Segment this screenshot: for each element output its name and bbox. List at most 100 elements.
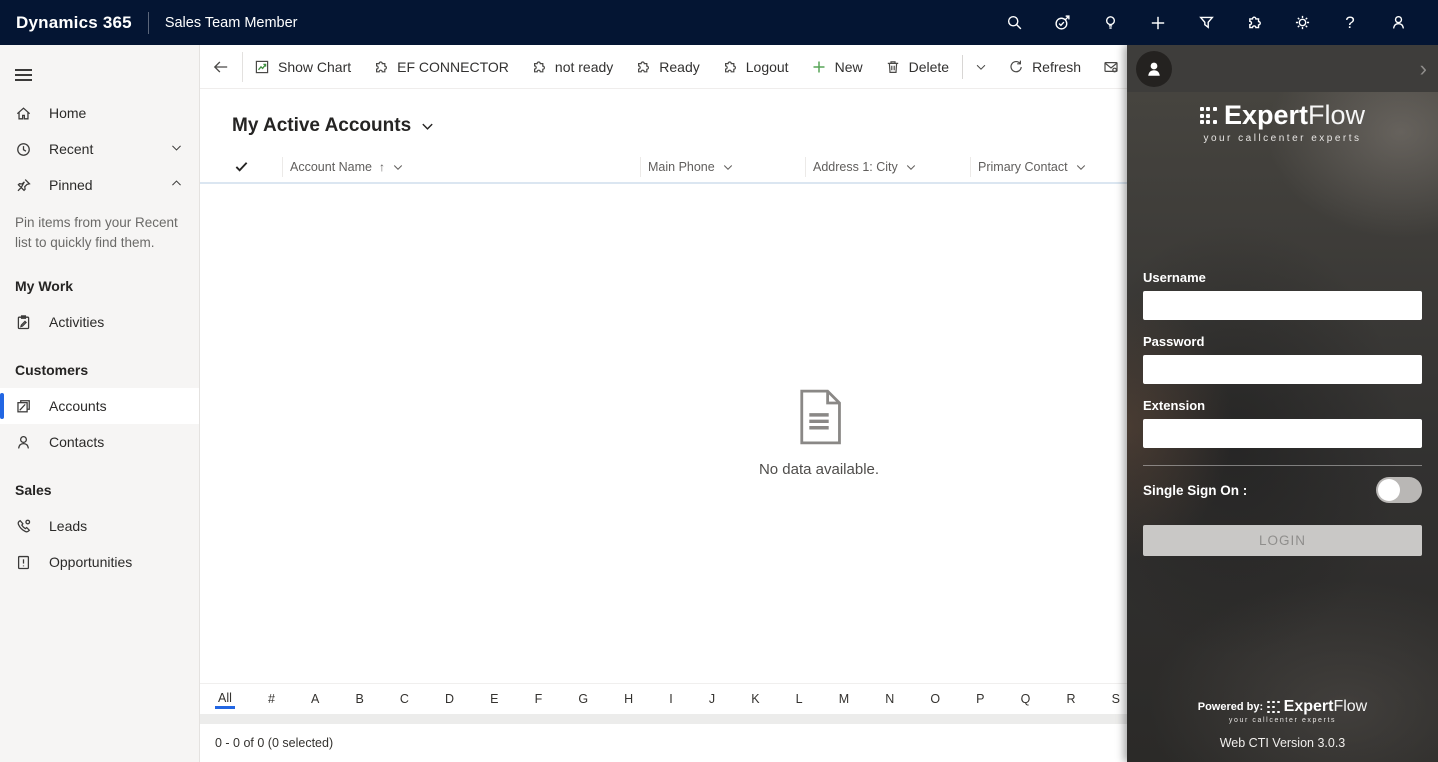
- logo-bold-text: Expert: [1224, 100, 1308, 130]
- column-header-main-phone[interactable]: Main Phone: [640, 157, 805, 177]
- column-header-address-city[interactable]: Address 1: City: [805, 157, 970, 177]
- sort-ascending-icon: ↑: [379, 160, 385, 174]
- column-header-primary-contact[interactable]: Primary Contact: [970, 157, 1135, 177]
- jump-letter[interactable]: #: [265, 690, 278, 708]
- sidebar-item-leads[interactable]: Leads: [0, 508, 199, 544]
- sidebar-item-pinned[interactable]: Pinned: [0, 167, 199, 203]
- jump-letter[interactable]: A: [308, 690, 322, 708]
- jump-letter[interactable]: L: [793, 690, 806, 708]
- logo-tagline-small: your callcenter experts: [1143, 717, 1422, 724]
- new-button[interactable]: New: [800, 45, 874, 89]
- expertflow-dots-icon: [1200, 107, 1217, 124]
- not-ready-button[interactable]: not ready: [520, 45, 624, 89]
- sso-toggle-off[interactable]: [1376, 477, 1422, 503]
- sidebar-item-label: Accounts: [49, 398, 107, 414]
- login-button[interactable]: LOGIN: [1143, 525, 1422, 556]
- jump-letter[interactable]: E: [487, 690, 501, 708]
- jump-letter[interactable]: F: [532, 690, 546, 708]
- dynamics-brand[interactable]: Dynamics 365: [16, 13, 132, 33]
- password-input[interactable]: [1143, 355, 1422, 384]
- powered-by-label: Powered by:: [1198, 701, 1263, 713]
- back-button[interactable]: [200, 58, 242, 76]
- jump-letter[interactable]: B: [352, 690, 366, 708]
- hamburger-menu-icon[interactable]: [0, 55, 44, 95]
- jump-letter[interactable]: O: [927, 690, 943, 708]
- sidebar-item-opportunities[interactable]: Opportunities: [0, 544, 199, 580]
- jump-letter[interactable]: R: [1063, 690, 1078, 708]
- jump-letter[interactable]: J: [706, 690, 718, 708]
- jump-letter-all[interactable]: All: [215, 689, 235, 709]
- sidebar-item-accounts[interactable]: Accounts: [0, 388, 199, 424]
- jump-letter[interactable]: H: [621, 690, 636, 708]
- column-chevron-icon: [905, 161, 917, 173]
- logo-light-text: Flow: [1308, 100, 1365, 130]
- column-chevron-icon: [1075, 161, 1087, 173]
- column-label: Main Phone: [648, 160, 715, 174]
- app-name[interactable]: Sales Team Member: [165, 15, 298, 31]
- expertflow-logo: ExpertFlow: [1143, 100, 1422, 131]
- ef-connector-button[interactable]: EF CONNECTOR: [362, 45, 520, 89]
- lightbulb-icon[interactable]: [1086, 0, 1134, 45]
- accounts-icon: [15, 398, 32, 415]
- more-commands-chevron-icon[interactable]: [965, 45, 997, 89]
- sidebar-item-contacts[interactable]: Contacts: [0, 424, 199, 460]
- select-all-checkmark[interactable]: [200, 159, 282, 174]
- panel-collapse-chevron-icon[interactable]: ›: [1420, 58, 1429, 80]
- logout-button[interactable]: Logout: [711, 45, 800, 89]
- puzzle-icon[interactable]: [1230, 0, 1278, 45]
- doc-exclaim-icon: [15, 554, 32, 571]
- cmdbar-separator: [962, 55, 963, 79]
- show-chart-button[interactable]: Show Chart: [243, 45, 362, 89]
- view-selector[interactable]: My Active Accounts: [232, 115, 435, 137]
- form-divider: [1143, 465, 1422, 466]
- jump-letter[interactable]: C: [397, 690, 412, 708]
- jump-letter[interactable]: P: [973, 690, 987, 708]
- sidebar-item-label: Leads: [49, 518, 87, 534]
- expertflow-dots-icon: [1267, 701, 1280, 714]
- sitemap-sidebar: Home Recent Pinned Pin items from your R…: [0, 45, 200, 762]
- column-chevron-icon: [392, 161, 404, 173]
- logo-bold-text: Expert: [1284, 698, 1334, 715]
- sidebar-item-home[interactable]: Home: [0, 95, 199, 131]
- new-label: New: [835, 59, 863, 75]
- column-chevron-icon: [722, 161, 734, 173]
- jump-letter[interactable]: S: [1109, 690, 1123, 708]
- plus-icon[interactable]: [1134, 0, 1182, 45]
- password-label: Password: [1143, 334, 1422, 349]
- sidebar-item-activities[interactable]: Activities: [0, 304, 199, 340]
- jump-letter[interactable]: G: [575, 690, 591, 708]
- jump-letter[interactable]: N: [882, 690, 897, 708]
- username-input[interactable]: [1143, 291, 1422, 320]
- settings-gear-icon[interactable]: [1278, 0, 1326, 45]
- search-icon[interactable]: [990, 0, 1038, 45]
- account-icon[interactable]: [1374, 0, 1422, 45]
- topnav-icon-group: ?: [990, 0, 1422, 45]
- refresh-button[interactable]: Refresh: [997, 45, 1092, 89]
- jump-letter[interactable]: K: [748, 690, 762, 708]
- sidebar-section-my-work: My Work: [0, 256, 199, 304]
- cti-login-panel: › ExpertFlow your callcenter experts Use…: [1127, 45, 1438, 762]
- sidebar-item-recent[interactable]: Recent: [0, 131, 199, 167]
- ready-button[interactable]: Ready: [624, 45, 710, 89]
- not-ready-label: not ready: [555, 59, 613, 75]
- sso-label: Single Sign On :: [1143, 483, 1247, 498]
- jump-letter[interactable]: M: [836, 690, 852, 708]
- jump-letter[interactable]: D: [442, 690, 457, 708]
- check-circle-arrow-icon[interactable]: [1038, 0, 1086, 45]
- view-title: My Active Accounts: [232, 115, 411, 137]
- agent-avatar-icon[interactable]: [1136, 51, 1172, 87]
- jump-letter[interactable]: Q: [1018, 690, 1034, 708]
- clock-icon: [15, 141, 32, 158]
- extension-input[interactable]: [1143, 419, 1422, 448]
- delete-button[interactable]: Delete: [874, 45, 960, 89]
- help-icon[interactable]: ?: [1326, 0, 1374, 45]
- refresh-label: Refresh: [1032, 59, 1081, 75]
- contact-person-icon: [15, 434, 32, 451]
- jump-letter[interactable]: I: [666, 690, 675, 708]
- empty-document-icon: [794, 389, 844, 445]
- column-header-account-name[interactable]: Account Name ↑: [282, 157, 640, 177]
- sidebar-item-label: Opportunities: [49, 554, 132, 570]
- chevron-down-icon: [170, 141, 183, 157]
- sidebar-item-label: Pinned: [49, 177, 93, 193]
- filter-icon[interactable]: [1182, 0, 1230, 45]
